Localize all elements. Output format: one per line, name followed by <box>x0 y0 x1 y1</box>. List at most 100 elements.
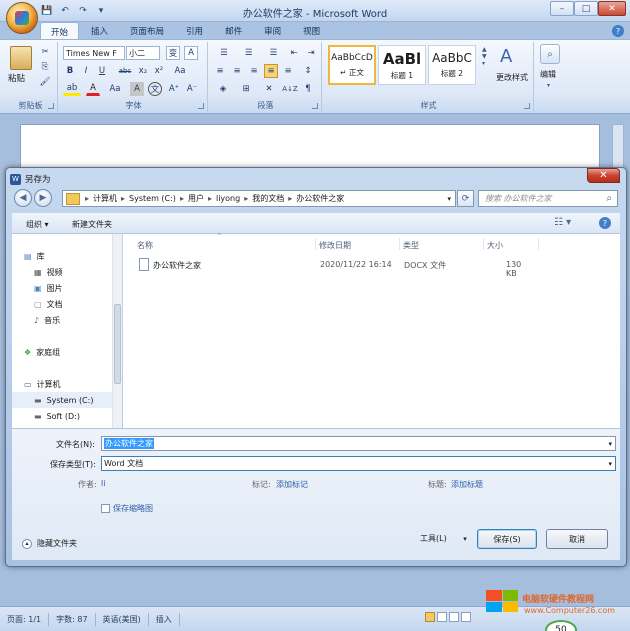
decrease-indent-icon[interactable]: ⇤ <box>287 46 301 60</box>
styles-scroll[interactable]: ▲ ▼ ▾ <box>482 46 490 84</box>
paste-label[interactable]: 粘贴 <box>8 72 25 84</box>
web-layout-icon[interactable] <box>449 612 459 622</box>
paragraph-dialog-launcher-icon[interactable] <box>312 103 318 109</box>
breadcrumb-computer[interactable]: 计算机 <box>91 193 119 204</box>
bullets-icon[interactable]: ☰ <box>213 46 235 60</box>
table-row[interactable]: 办公软件之家 2020/11/22 16:14 DOCX 文件 130 KB <box>133 257 533 278</box>
filename-dropdown-icon[interactable]: ▾ <box>608 440 615 448</box>
phonetic-guide-icon[interactable]: 变 <box>166 46 180 60</box>
search-icon[interactable]: ⌕ <box>606 193 617 204</box>
style-normal[interactable]: AaBbCcD ↵ 正文 <box>328 45 376 85</box>
nav-item-libraries[interactable]: ▤ 库 <box>12 248 112 264</box>
numbering-icon[interactable]: ☰ <box>238 46 260 60</box>
underline-button[interactable]: U <box>95 64 109 78</box>
sort-icon[interactable]: A↓Z <box>282 82 298 96</box>
tools-button[interactable]: 工具(L) ▾ <box>420 533 467 544</box>
editing-dropdown-icon[interactable]: ▾ <box>547 82 550 89</box>
view-options-icon[interactable]: ☷ ▾ <box>554 217 571 228</box>
tab-view[interactable]: 视图 <box>293 22 330 40</box>
hide-folders-toggle[interactable]: ▴ 隐藏文件夹 <box>22 538 77 549</box>
chinese-layout-icon[interactable]: ✕ <box>259 82 279 96</box>
align-right-icon[interactable]: ≡ <box>247 64 261 78</box>
nav-item-system-c[interactable]: ▬ System (C:) <box>12 392 112 408</box>
insert-mode[interactable]: 插入 <box>149 612 180 626</box>
nav-item-pictures[interactable]: ▣ 图片 <box>12 280 112 296</box>
organize-button[interactable]: 组织 ▾ <box>26 219 49 230</box>
full-screen-icon[interactable] <box>437 612 447 622</box>
borders-icon[interactable]: ⊞ <box>236 82 256 96</box>
language-indicator[interactable]: 英语(美国) <box>96 612 149 626</box>
multilevel-list-icon[interactable]: ☰ <box>263 46 285 60</box>
justify-icon[interactable]: ≡ <box>264 64 278 78</box>
outline-icon[interactable] <box>461 612 471 622</box>
change-case-icon[interactable]: Aa <box>106 82 124 96</box>
increase-indent-icon[interactable]: ⇥ <box>304 46 318 60</box>
shrink-font-icon[interactable]: A⁻ <box>184 82 200 96</box>
superscript-button[interactable]: x² <box>152 64 166 78</box>
column-name[interactable]: 名称 <box>137 240 153 251</box>
style-heading-1[interactable]: AaBl 标题 1 <box>378 45 426 85</box>
font-dialog-launcher-icon[interactable] <box>198 103 204 109</box>
breadcrumb-separator[interactable]: ▸ <box>286 194 294 203</box>
font-size-box[interactable]: 小二 <box>126 46 160 60</box>
word-count[interactable]: 字数: 87 <box>49 612 96 626</box>
italic-button[interactable]: I <box>79 64 93 78</box>
subscript-button[interactable]: x₂ <box>136 64 150 78</box>
char-shading-icon[interactable]: A <box>130 82 144 96</box>
cancel-button[interactable]: 取消 <box>546 529 608 549</box>
column-modified[interactable]: 修改日期 <box>319 240 351 251</box>
tab-references[interactable]: 引用 <box>176 22 213 40</box>
format-painter-icon[interactable]: 🖌 <box>38 75 52 89</box>
address-dropdown-icon[interactable]: ▾ <box>447 195 455 203</box>
close-button[interactable]: ✕ <box>598 1 626 16</box>
back-button[interactable]: ◀ <box>14 189 32 207</box>
thumbnail-label[interactable]: 保存缩略图 <box>113 503 153 514</box>
maximize-button[interactable]: □ <box>574 1 598 16</box>
breadcrumb-separator[interactable]: ▸ <box>242 194 250 203</box>
change-styles-button[interactable]: 更改样式 <box>492 72 532 83</box>
clipboard-dialog-launcher-icon[interactable] <box>48 103 54 109</box>
nav-item-videos[interactable]: ▦ 视频 <box>12 264 112 280</box>
search-box[interactable]: 搜索 办公软件之家 ⌕ <box>478 190 618 207</box>
filetype-select[interactable]: Word 文档 ▾ <box>101 456 616 471</box>
column-size[interactable]: 大小 <box>487 240 503 251</box>
tags-value[interactable]: 添加标记 <box>276 479 308 490</box>
show-marks-icon[interactable]: ¶ <box>301 82 315 96</box>
tab-page-layout[interactable]: 页面布局 <box>120 22 174 40</box>
nav-scrollbar[interactable] <box>112 234 122 428</box>
clear-format-icon[interactable]: Aa <box>172 64 188 78</box>
line-spacing-icon[interactable]: ↕ <box>298 64 318 78</box>
paste-icon[interactable] <box>10 46 32 70</box>
align-center-icon[interactable]: ≡ <box>230 64 244 78</box>
editing-label[interactable]: 编辑 <box>540 69 556 80</box>
nav-item-homegroup[interactable]: ❖ 家庭组 <box>12 344 112 360</box>
nav-item-soft-d[interactable]: ▬ Soft (D:) <box>12 408 112 424</box>
dialog-close-button[interactable]: ✕ <box>587 168 620 183</box>
office-button[interactable] <box>6 2 38 34</box>
breadcrumb-separator[interactable]: ▸ <box>178 194 186 203</box>
tab-insert[interactable]: 插入 <box>81 22 118 40</box>
page-indicator[interactable]: 页面: 1/1 <box>0 612 50 626</box>
new-folder-button[interactable]: 新建文件夹 <box>72 219 112 230</box>
copy-icon[interactable]: ⎘ <box>38 60 52 74</box>
dialog-help-icon[interactable]: ? <box>599 217 611 229</box>
breadcrumb-liyong[interactable]: liyong <box>214 194 242 203</box>
breadcrumb-separator[interactable]: ▸ <box>206 194 214 203</box>
print-layout-icon[interactable] <box>425 612 435 622</box>
forward-button[interactable]: ▶ <box>34 189 52 207</box>
breadcrumb-my-documents[interactable]: 我的文档 <box>250 193 286 204</box>
highlight-icon[interactable]: ab <box>63 82 81 96</box>
nav-scroll-thumb[interactable] <box>114 304 121 384</box>
column-type[interactable]: 类型 <box>403 240 419 251</box>
style-heading-2[interactable]: AaBbC 标题 2 <box>428 45 476 85</box>
minimize-button[interactable]: – <box>550 1 574 16</box>
change-styles-icon[interactable]: A <box>500 46 512 67</box>
breadcrumb-current[interactable]: 办公软件之家 <box>294 193 346 204</box>
editing-icon[interactable]: ⌕ <box>540 44 560 64</box>
breadcrumb-system-c[interactable]: System (C:) <box>127 194 178 203</box>
strikethrough-button[interactable]: abc <box>116 64 134 78</box>
filename-input[interactable]: 办公软件之家 ▾ <box>101 436 616 451</box>
tab-mailings[interactable]: 邮件 <box>215 22 252 40</box>
nav-item-computer[interactable]: ▭ 计算机 <box>12 376 112 392</box>
font-color-icon[interactable]: A <box>86 82 100 96</box>
